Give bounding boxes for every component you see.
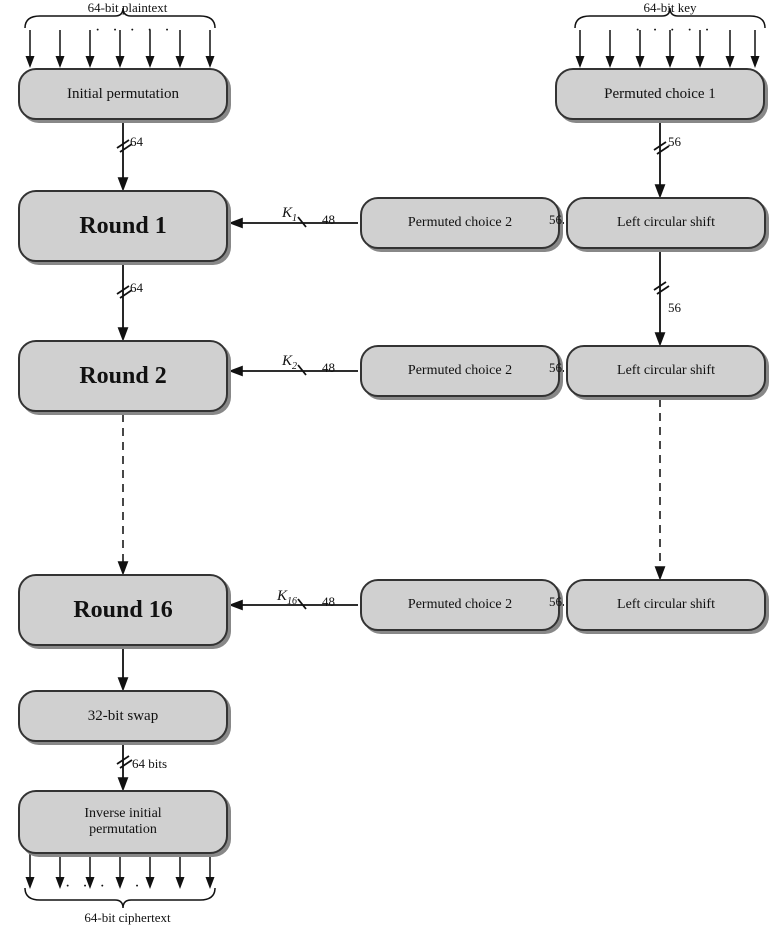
plaintext-dots: · · · · ·: [95, 22, 174, 40]
round16-box: Round 16: [18, 574, 228, 646]
bits64-after-r1-label: 64: [130, 280, 143, 296]
lcs-r16-label: Left circular shift: [617, 597, 715, 613]
bits64-bits-label: 64 bits: [132, 756, 167, 772]
bits56-lcs1-lcs2-label: 56: [668, 300, 681, 316]
lcs-r16-box: Left circular shift: [566, 579, 766, 631]
k2-label: K2: [282, 353, 297, 372]
initial-permutation-label: Initial permutation: [67, 86, 179, 103]
key-dots: · · · · ·: [635, 22, 714, 40]
round1-box: Round 1: [18, 190, 228, 262]
perm-choice2-r1-label: Permuted choice 2: [408, 215, 512, 231]
bits56-r1-label: 56: [549, 212, 562, 228]
ciphertext-dots: · · · · ·: [65, 878, 144, 896]
swap-box: 32-bit swap: [18, 690, 228, 742]
round2-label: Round 2: [79, 363, 166, 390]
lcs-r2-box: Left circular shift: [566, 345, 766, 397]
bits56-after-pc1-label: 56: [668, 134, 681, 150]
perm-choice2-r2-label: Permuted choice 2: [408, 363, 512, 379]
plaintext-label: 64-bit plaintext: [50, 0, 205, 16]
k1-label: K1: [282, 205, 297, 224]
lcs-r1-box: Left circular shift: [566, 197, 766, 249]
swap-label: 32-bit swap: [88, 708, 158, 725]
perm-choice2-r16-label: Permuted choice 2: [408, 597, 512, 613]
bits48-r1-label: 48: [322, 212, 335, 228]
round16-label: Round 16: [73, 597, 172, 624]
permuted-choice1-label: Permuted choice 1: [604, 86, 716, 103]
bits56-r16-label: 56: [549, 594, 562, 610]
perm-choice2-r16-box: Permuted choice 2: [360, 579, 560, 631]
lcs-r1-label: Left circular shift: [617, 215, 715, 231]
initial-permutation-box: Initial permutation: [18, 68, 228, 120]
bits56-r2-label: 56: [549, 360, 562, 376]
ciphertext-label: 64-bit ciphertext: [50, 910, 205, 926]
lcs-r2-label: Left circular shift: [617, 363, 715, 379]
round1-label: Round 1: [79, 213, 166, 240]
bits48-r2-label: 48: [322, 360, 335, 376]
perm-choice2-r1-box: Permuted choice 2: [360, 197, 560, 249]
perm-choice2-r2-box: Permuted choice 2: [360, 345, 560, 397]
key-label: 64-bit key: [600, 0, 740, 16]
round2-box: Round 2: [18, 340, 228, 412]
inverse-perm-label: Inverse initial permutation: [84, 806, 161, 838]
diagram: Initial permutation Permuted choice 1 Ro…: [0, 0, 781, 939]
bits64-after-ip-label: 64: [130, 134, 143, 150]
k16-label: K16: [277, 588, 297, 607]
inverse-perm-box: Inverse initial permutation: [18, 790, 228, 854]
bits48-r16-label: 48: [322, 594, 335, 610]
permuted-choice1-box: Permuted choice 1: [555, 68, 765, 120]
